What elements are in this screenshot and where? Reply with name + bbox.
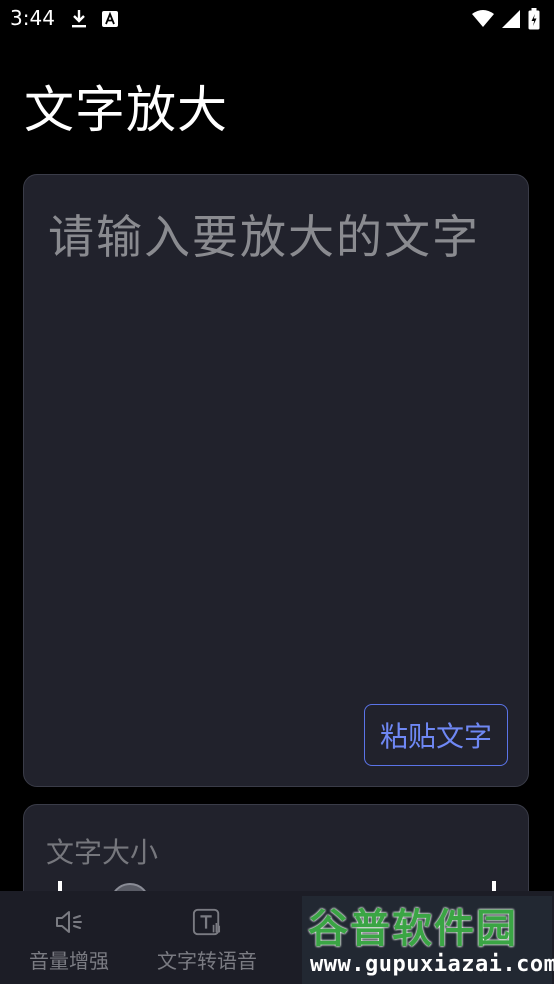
download-icon bbox=[70, 9, 88, 33]
watermark-url: www.gupuxiazai.com bbox=[310, 952, 554, 977]
watermark: 谷普软件园 www.gupuxiazai.com bbox=[302, 896, 554, 984]
text-input-placeholder: 请输入要放大的文字 bbox=[48, 210, 480, 264]
status-time: 3:44 bbox=[10, 6, 55, 30]
nav-item-volume-boost[interactable]: 音量增强 bbox=[0, 891, 138, 984]
status-bar: 3:44 bbox=[0, 0, 554, 38]
status-left-icons bbox=[70, 9, 118, 33]
a-letter-icon bbox=[102, 11, 118, 31]
paste-text-button[interactable]: 粘贴文字 bbox=[364, 704, 508, 766]
text-input-card[interactable]: 请输入要放大的文字 粘贴文字 bbox=[23, 174, 529, 787]
page-title: 文字放大 bbox=[24, 81, 228, 139]
signal-icon bbox=[502, 10, 520, 32]
text-size-label: 文字大小 bbox=[46, 836, 159, 869]
nav-label-text-to-speech: 文字转语音 bbox=[157, 949, 257, 973]
nav-item-text-to-speech[interactable]: 文字转语音 bbox=[138, 891, 276, 984]
speaker-icon bbox=[54, 907, 84, 937]
watermark-logo-text: 谷普软件园 bbox=[308, 906, 518, 952]
wifi-icon bbox=[472, 10, 494, 32]
status-right-icons bbox=[472, 8, 540, 34]
nav-label-volume-boost: 音量增强 bbox=[29, 949, 109, 973]
battery-icon bbox=[528, 8, 540, 34]
text-to-speech-icon bbox=[192, 907, 222, 937]
